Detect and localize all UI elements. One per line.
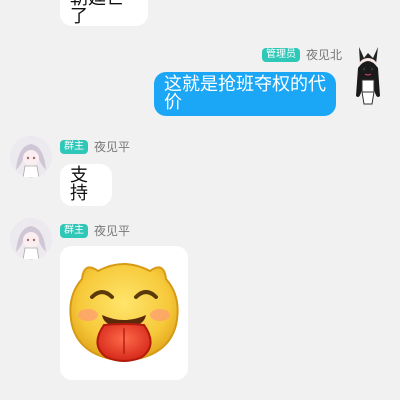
message-text: 这就是抢班夺权的代价 xyxy=(164,74,326,113)
role-badge: 管理员 xyxy=(262,47,300,62)
sender-meta: 群主 夜见平 xyxy=(60,138,130,155)
message-text: 朝廷亡了 xyxy=(70,0,124,27)
role-badge: 群主 xyxy=(60,139,88,154)
anime-girl-avatar-icon xyxy=(10,218,52,260)
sender-meta: 群主 夜见平 xyxy=(60,222,130,239)
message-bubble[interactable]: 这就是抢班夺权的代价 xyxy=(154,72,336,116)
message-bubble[interactable]: 支持 xyxy=(60,164,112,206)
sender-name: 夜见平 xyxy=(94,224,131,238)
role-badge: 群主 xyxy=(60,223,88,238)
sticker-message[interactable] xyxy=(60,246,188,380)
avatar[interactable] xyxy=(346,44,390,108)
sender-name: 夜见北 xyxy=(306,48,343,62)
anime-girl-avatar-icon xyxy=(10,136,52,178)
sender-meta: 管理员 夜见北 xyxy=(262,46,342,63)
anime-girl-avatar-icon xyxy=(356,47,380,105)
message-text: 支持 xyxy=(70,165,88,204)
message-bubble[interactable]: 朝廷亡了 xyxy=(60,0,148,26)
avatar[interactable] xyxy=(10,136,52,178)
avatar[interactable] xyxy=(10,218,52,260)
sender-name: 夜见平 xyxy=(94,140,131,154)
tongue-out-emoji-sticker-icon xyxy=(69,263,179,363)
